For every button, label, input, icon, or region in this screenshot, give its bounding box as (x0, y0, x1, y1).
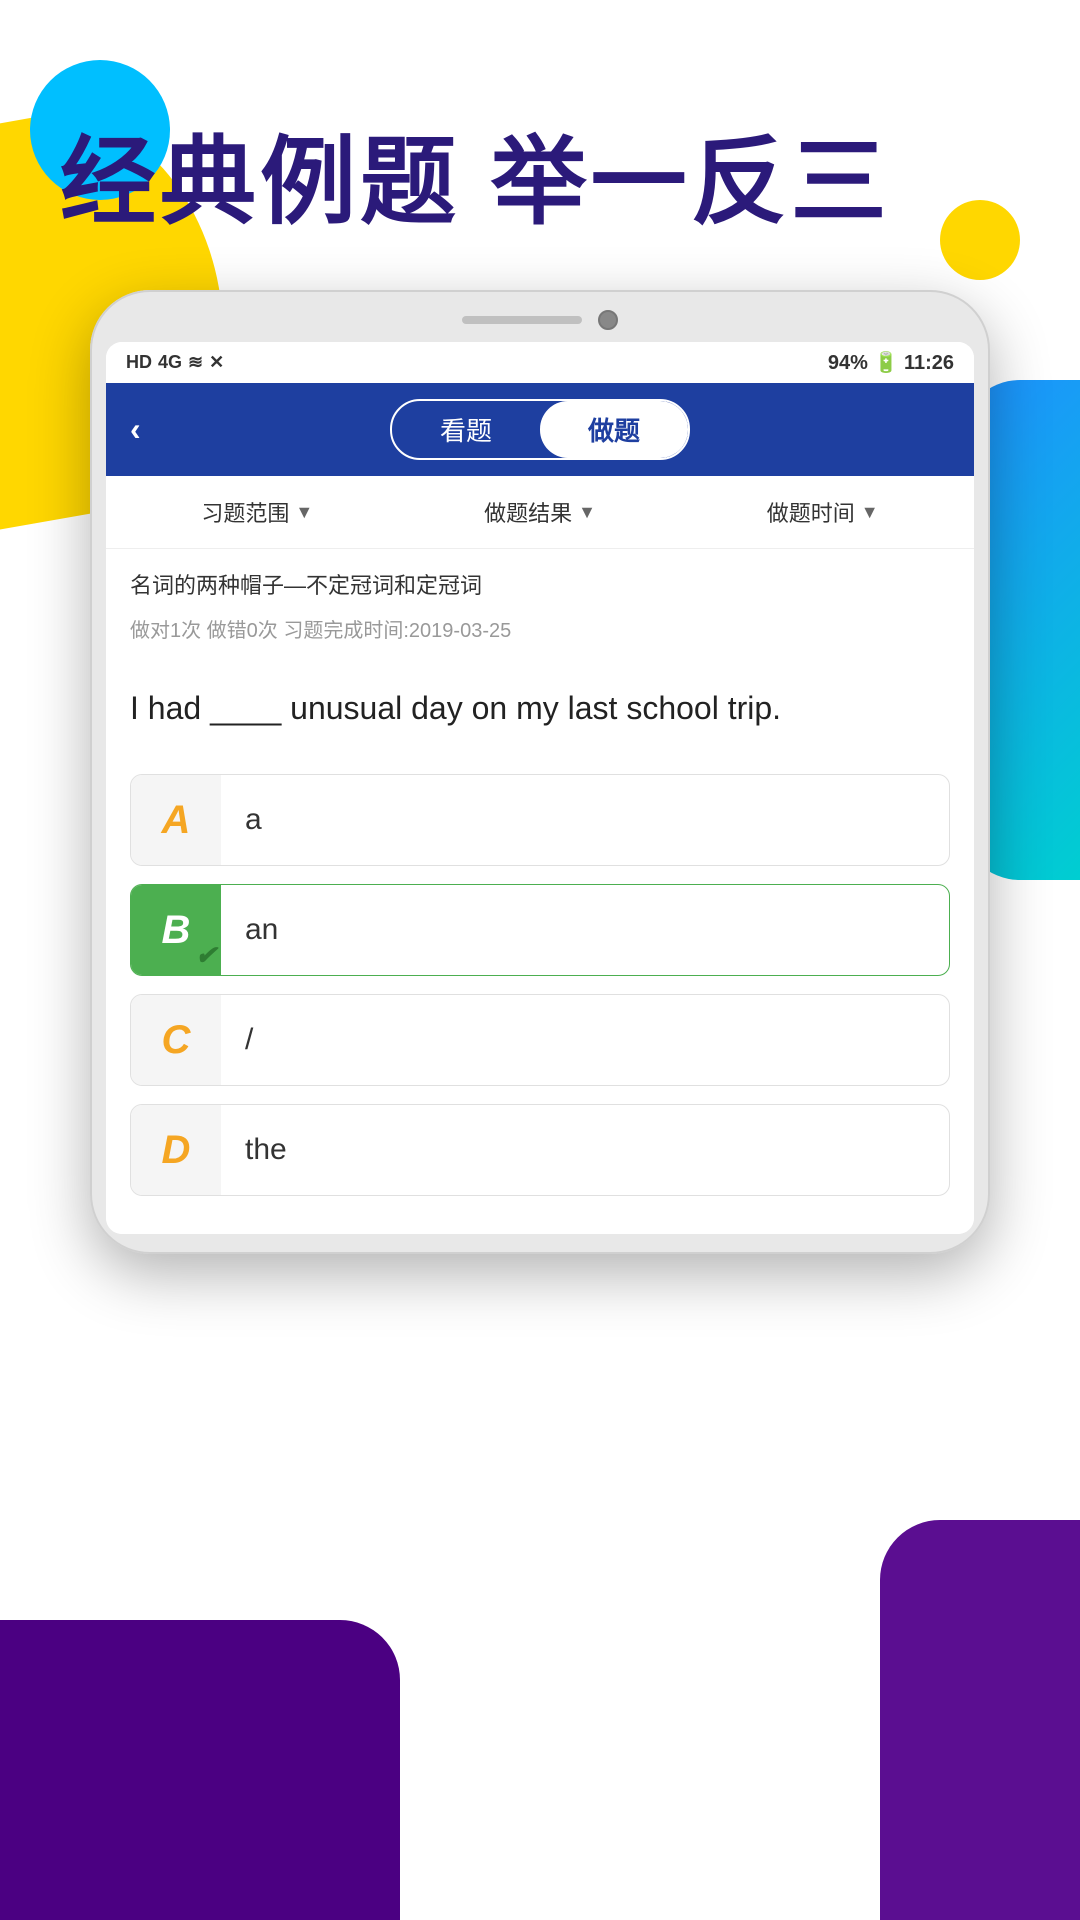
tab-view[interactable]: 看题 (392, 401, 540, 458)
question-meta: 做对1次 做错0次 习题完成时间:2019-03-25 (130, 614, 950, 643)
filter-range-arrow: ▼ (295, 502, 313, 523)
filter-time-arrow: ▼ (861, 502, 879, 523)
time-display: 11:26 (904, 352, 954, 374)
filter-bar: 习题范围 ▼ 做题结果 ▼ 做题时间 ▼ (106, 476, 974, 549)
filter-range[interactable]: 习题范围 ▼ (201, 496, 313, 528)
tab-do[interactable]: 做题 (540, 401, 688, 458)
wifi-icon: ≋ (188, 352, 203, 373)
status-right: 94% 🔋 11:26 (828, 350, 954, 375)
option-c[interactable]: C / (130, 994, 950, 1086)
signal-icon: 4G (158, 352, 182, 373)
filter-time[interactable]: 做题时间 ▼ (767, 496, 879, 528)
phone-mockup: HD 4G ≋ ✕ 94% 🔋 11:26 ‹ 看题 做题 (90, 290, 990, 1254)
phone-speaker (462, 316, 582, 324)
question-content: 名词的两种帽子—不定冠词和定冠词 做对1次 做错0次 习题完成时间:2019-0… (106, 549, 974, 1234)
option-c-text: / (221, 1023, 949, 1057)
tab-group: 看题 做题 (390, 399, 690, 460)
phone-screen: HD 4G ≋ ✕ 94% 🔋 11:26 ‹ 看题 做题 (106, 342, 974, 1234)
bg-shape-purple-bottom (0, 1620, 400, 1920)
bg-shape-purple-right-bottom (880, 1520, 1080, 1920)
filter-result-label: 做题结果 (484, 496, 572, 528)
option-a[interactable]: A a (130, 774, 950, 866)
status-left-icons: HD 4G ≋ ✕ (126, 352, 224, 373)
phone-top-bar (106, 310, 974, 330)
bg-circle-yellow (940, 200, 1020, 280)
option-b-text: an (221, 913, 949, 947)
option-d[interactable]: D the (130, 1104, 950, 1196)
filter-result[interactable]: 做题结果 ▼ (484, 496, 596, 528)
filter-result-arrow: ▼ (578, 502, 596, 523)
question-text: I had ____ unusual day on my last school… (130, 673, 950, 744)
phone-camera (598, 310, 618, 330)
option-d-text: the (221, 1133, 949, 1167)
option-a-letter: A (131, 775, 221, 865)
option-b[interactable]: B ✔ an (130, 884, 950, 976)
filter-range-label: 习题范围 (201, 496, 289, 528)
app-header: ‹ 看题 做题 (106, 383, 974, 476)
check-icon: ✔ (195, 940, 217, 971)
question-category: 名词的两种帽子—不定冠词和定冠词 (130, 569, 950, 602)
hero-text: 经典例题 举一反三 (60, 130, 891, 236)
option-b-letter: B ✔ (131, 885, 221, 975)
battery-icon: 🔋 (873, 352, 903, 374)
option-c-letter: C (131, 995, 221, 1085)
back-button[interactable]: ‹ (130, 411, 141, 448)
phone-outer: HD 4G ≋ ✕ 94% 🔋 11:26 ‹ 看题 做题 (90, 290, 990, 1254)
filter-time-label: 做题时间 (767, 496, 855, 528)
option-a-text: a (221, 803, 949, 837)
battery-percent: 94% (828, 352, 868, 374)
sim-icon: ✕ (209, 352, 224, 373)
option-d-letter: D (131, 1105, 221, 1195)
hd-icon: HD (126, 352, 152, 373)
status-bar: HD 4G ≋ ✕ 94% 🔋 11:26 (106, 342, 974, 383)
